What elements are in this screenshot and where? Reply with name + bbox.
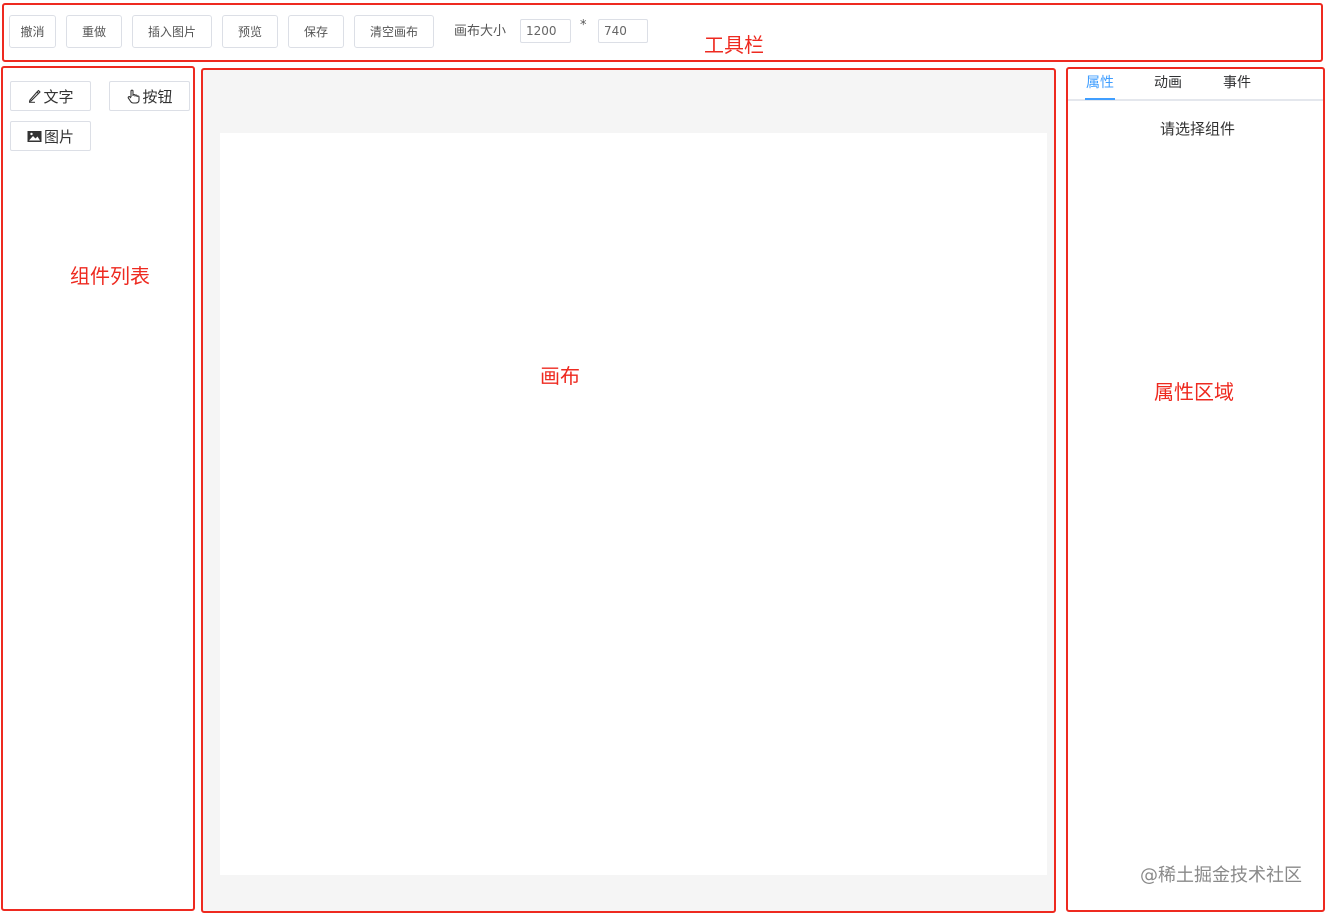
image-component-label: 图片 [43,127,74,146]
text-component-label: 文字 [43,87,74,106]
properties-tabs: 属性 动画 事件 [1068,69,1323,101]
properties-panel: 属性 动画 事件 请选择组件 属性区域 [1066,67,1325,912]
button-component-label: 按钮 [142,87,173,106]
watermark: @稀土掘金技术社区 [1140,865,1302,886]
image-icon [27,130,42,143]
tab-animation[interactable]: 动画 [1154,72,1182,92]
canvas-size-label: 画布大小 [454,24,507,39]
component-list-annotation: 组件列表 [70,264,150,288]
save-button[interactable]: 保存 [288,15,344,48]
image-component-button[interactable]: 图片 [10,121,91,151]
canvas-width-input[interactable] [520,19,571,43]
select-component-hint: 请选择组件 [1159,120,1235,138]
insert-image-button[interactable]: 插入图片 [132,15,212,48]
preview-button[interactable]: 预览 [222,15,278,48]
redo-button[interactable]: 重做 [66,15,122,48]
size-separator: * [580,18,587,33]
canvas-height-input[interactable] [598,19,648,43]
canvas-annotation: 画布 [540,364,580,388]
toolbar-annotation: 工具栏 [704,33,764,57]
tab-properties[interactable]: 属性 [1086,72,1114,92]
properties-annotation: 属性区域 [1154,380,1234,404]
editor-canvas[interactable] [220,133,1047,875]
toolbar: 撤消 重做 插入图片 预览 保存 清空画布 画布大小 * 工具栏 [2,3,1323,62]
text-component-button[interactable]: 文字 [10,81,91,111]
undo-button[interactable]: 撤消 [9,15,56,48]
active-tab-indicator [1085,98,1115,100]
tab-events[interactable]: 事件 [1223,72,1251,92]
clear-canvas-button[interactable]: 清空画布 [354,15,434,48]
button-component-button[interactable]: 按钮 [109,81,190,111]
component-list-panel: 文字 按钮 图片 组件列表 [1,66,195,911]
pencil-icon [27,89,42,103]
hand-pointer-icon [126,89,141,104]
canvas-area: 画布 [201,68,1056,913]
